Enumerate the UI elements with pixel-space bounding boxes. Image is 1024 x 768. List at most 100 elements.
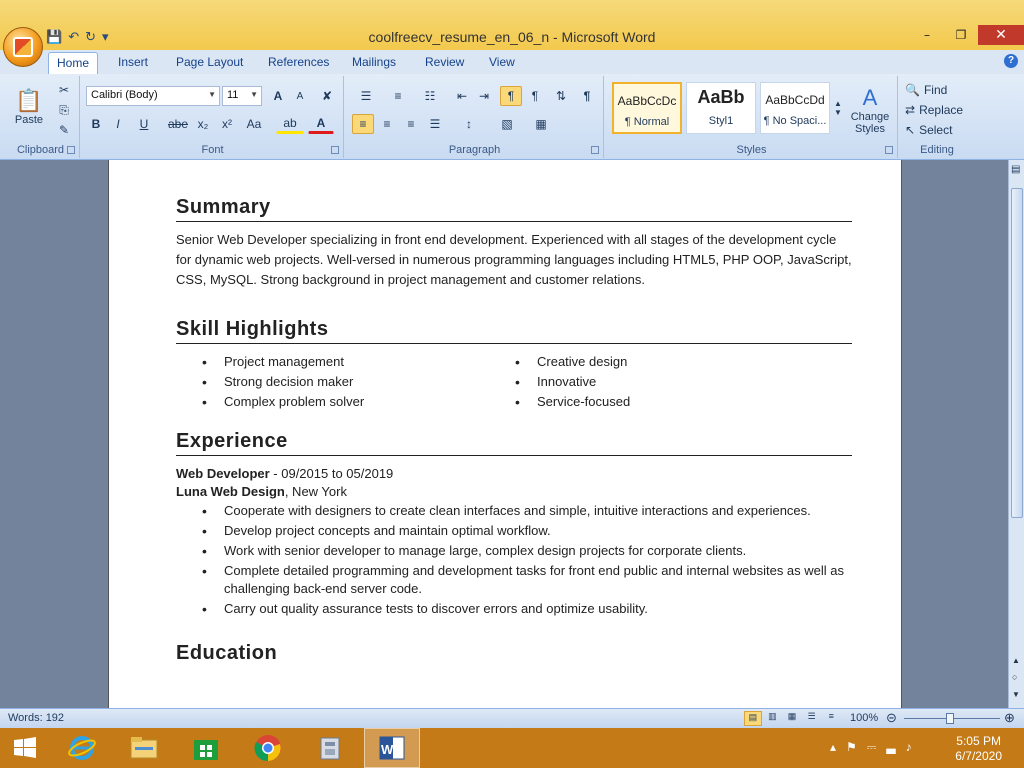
- bold-button[interactable]: B: [86, 114, 106, 134]
- word-count[interactable]: Words: 192: [8, 712, 64, 724]
- tab-home[interactable]: Home: [48, 52, 99, 74]
- minimize-button[interactable]: –: [910, 25, 944, 45]
- paragraph-label: Paragraph: [448, 144, 501, 156]
- grow-font-button[interactable]: A: [268, 86, 288, 106]
- rtl-paragraph-icon[interactable]: ¶: [524, 86, 546, 106]
- shrink-font-button[interactable]: A: [290, 86, 310, 106]
- align-right-icon[interactable]: ≡: [400, 114, 422, 134]
- subscript-button[interactable]: x₂: [192, 114, 214, 134]
- next-page-icon[interactable]: ▼: [1012, 690, 1020, 699]
- vertical-scrollbar[interactable]: ▤ ▲ ○ ▼: [1008, 160, 1024, 708]
- line-spacing-icon[interactable]: ↕: [454, 114, 484, 134]
- browse-object-icon[interactable]: ○: [1012, 672, 1017, 682]
- app-installer-icon[interactable]: [302, 728, 358, 768]
- full-screen-reading-icon[interactable]: ▥: [764, 711, 782, 726]
- shading-icon[interactable]: ▧: [492, 114, 522, 134]
- justify-icon[interactable]: ☰: [424, 114, 446, 134]
- find-button[interactable]: 🔍 Find: [904, 80, 970, 100]
- zoom-slider-thumb[interactable]: [946, 713, 954, 724]
- cut-icon[interactable]: ✂: [54, 80, 74, 100]
- draft-icon[interactable]: ≡: [822, 711, 840, 726]
- outline-icon[interactable]: ☰: [803, 711, 821, 726]
- list-item: Cooperate with designers to create clean…: [202, 502, 852, 520]
- font-size-combo[interactable]: 11 ▼: [222, 86, 262, 106]
- close-button[interactable]: ✕: [978, 25, 1024, 45]
- help-icon[interactable]: ?: [1004, 54, 1018, 68]
- tab-view[interactable]: View: [481, 52, 523, 74]
- print-layout-icon[interactable]: ▤: [744, 711, 762, 726]
- font-name-combo[interactable]: Calibri (Body) ▼: [86, 86, 220, 106]
- title-bar: 💾 ↶ ↻ ▾ coolfreecv_resume_en_06_n - Micr…: [0, 0, 1024, 50]
- styles-launcher-icon[interactable]: [885, 146, 893, 154]
- styles-scroll-icon[interactable]: ▲ ▼: [832, 82, 844, 134]
- change-case-button[interactable]: Aa: [240, 114, 268, 134]
- style-no-spacing[interactable]: AaBbCcDd ¶ No Spaci...: [760, 82, 830, 134]
- cursor-icon: ↖: [905, 123, 916, 137]
- show-marks-icon[interactable]: ¶: [576, 86, 598, 106]
- web-layout-icon[interactable]: ▦: [783, 711, 801, 726]
- select-button[interactable]: ↖ Select: [904, 120, 970, 140]
- zoom-level[interactable]: 100%: [850, 712, 878, 724]
- numbering-icon[interactable]: ≡: [384, 86, 412, 106]
- tab-insert[interactable]: Insert: [110, 52, 156, 74]
- ruler-toggle-icon[interactable]: ▤: [1011, 164, 1020, 175]
- list-item: Innovative: [515, 372, 802, 392]
- svg-text:W: W: [381, 742, 394, 757]
- clipboard-launcher-icon[interactable]: [67, 146, 75, 154]
- network-icon[interactable]: ▃: [886, 740, 895, 755]
- clear-format-icon[interactable]: ✘: [316, 86, 338, 106]
- borders-icon[interactable]: ▦: [526, 114, 556, 134]
- tab-review[interactable]: Review: [417, 52, 472, 74]
- style-normal[interactable]: AaBbCcDc ¶ Normal: [612, 82, 682, 134]
- windows-start-icon[interactable]: [0, 728, 50, 768]
- file-explorer-icon[interactable]: [116, 728, 172, 768]
- volume-icon[interactable]: ♪: [906, 740, 912, 755]
- style-styl1[interactable]: AaBb Styl1: [686, 82, 756, 134]
- increase-indent-icon[interactable]: ⇥: [474, 86, 494, 106]
- clock[interactable]: 5:05 PM 6/7/2020: [955, 734, 1002, 764]
- sort-icon[interactable]: ⇅: [550, 86, 572, 106]
- previous-page-icon[interactable]: ▲: [1012, 656, 1020, 665]
- show-hidden-icons-icon[interactable]: ▴: [830, 740, 836, 755]
- education-heading: Education: [176, 642, 278, 664]
- multilevel-list-icon[interactable]: ☷: [416, 86, 444, 106]
- align-center-icon[interactable]: ≡: [376, 114, 398, 134]
- zoom-out-icon[interactable]: ⊝: [886, 710, 897, 726]
- superscript-button[interactable]: x²: [216, 114, 238, 134]
- decrease-indent-icon[interactable]: ⇤: [452, 86, 472, 106]
- list-item: Project management: [202, 352, 489, 372]
- tab-mailings[interactable]: Mailings: [344, 52, 404, 74]
- underline-button[interactable]: U: [132, 114, 156, 134]
- document-page[interactable]: Summary Senior Web Developer specializin…: [108, 160, 902, 708]
- tab-references[interactable]: References: [260, 52, 337, 74]
- list-item: Service-focused: [515, 392, 802, 412]
- chrome-icon[interactable]: [240, 728, 296, 768]
- store-icon[interactable]: [178, 728, 234, 768]
- list-item: Complete detailed programming and develo…: [202, 562, 852, 598]
- font-launcher-icon[interactable]: [331, 146, 339, 154]
- ltr-paragraph-icon[interactable]: ¶: [500, 86, 522, 106]
- paragraph-group: ☰ ≡ ☷ ⇤ ⇥ ¶ ¶ ⇅ ¶ ≡ ≡ ≡ ☰ ↕ ▧ ▦ Paragrap…: [346, 76, 604, 158]
- bullets-icon[interactable]: ☰: [352, 86, 380, 106]
- restore-button[interactable]: ❐: [944, 25, 978, 45]
- highlight-color-icon[interactable]: ab: [276, 114, 304, 134]
- list-item: Work with senior developer to manage lar…: [202, 542, 852, 560]
- word-taskbar-icon[interactable]: W: [364, 728, 420, 768]
- italic-button[interactable]: I: [108, 114, 128, 134]
- zoom-in-icon[interactable]: ⊕: [1004, 710, 1015, 726]
- paragraph-launcher-icon[interactable]: [591, 146, 599, 154]
- strikethrough-button[interactable]: abe: [166, 114, 190, 134]
- change-styles-button[interactable]: A Change Styles: [846, 80, 894, 140]
- internet-explorer-icon[interactable]: [54, 728, 110, 768]
- flag-icon[interactable]: ⚑: [846, 740, 857, 755]
- replace-button[interactable]: ⇄ Replace: [904, 100, 970, 120]
- copy-icon[interactable]: ⎘: [54, 100, 74, 120]
- tab-page-layout[interactable]: Page Layout: [168, 52, 251, 74]
- power-icon[interactable]: ⎓: [867, 740, 877, 755]
- font-color-icon[interactable]: A: [308, 114, 334, 134]
- align-left-icon[interactable]: ≡: [352, 114, 374, 134]
- format-painter-icon[interactable]: ✎: [54, 120, 74, 140]
- paste-button[interactable]: 📋 Paste: [6, 80, 52, 134]
- scroll-thumb[interactable]: [1011, 188, 1023, 518]
- office-button[interactable]: [3, 27, 43, 67]
